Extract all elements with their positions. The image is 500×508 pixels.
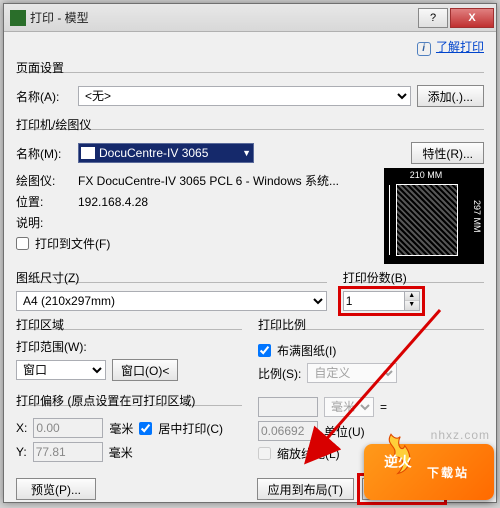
flame-icon: 逆火 xyxy=(368,432,414,478)
site-badge: 逆火 下载站 xyxy=(364,444,494,500)
print-scale-legend: 打印比例 xyxy=(258,316,306,333)
y-input xyxy=(33,442,103,462)
app-icon xyxy=(10,10,26,26)
driver-label: 绘图仪: xyxy=(16,172,72,189)
chevron-down-icon: ▼ xyxy=(242,148,251,158)
fit-label: 布满图纸(I) xyxy=(277,342,336,359)
print-to-file-label: 打印到文件(F) xyxy=(35,235,110,252)
titlebar: 打印 - 模型 ? X xyxy=(4,4,496,32)
apply-layout-button[interactable]: 应用到布局(T) xyxy=(257,478,354,500)
preview-button[interactable]: 预览(P)... xyxy=(16,478,96,500)
print-scale-group: 打印比例 布满图纸(I) 比例(S): 自定义 xyxy=(258,329,484,393)
window-title: 打印 - 模型 xyxy=(30,9,416,26)
print-dialog: 打印 - 模型 ? X i 了解打印 页面设置 名称(A): <无> 添加(.)… xyxy=(3,3,497,503)
x-unit: 毫米 xyxy=(109,420,133,437)
window-pick-button[interactable]: 窗口(O)< xyxy=(112,359,178,381)
printer-name-text: DocuCentre-IV 3065 xyxy=(99,146,208,160)
fit-checkbox[interactable] xyxy=(258,344,271,357)
scale-top-unit: 毫米 xyxy=(324,397,374,417)
range-label: 打印范围(W): xyxy=(16,338,242,355)
desc-label: 说明: xyxy=(16,214,72,231)
x-label: X: xyxy=(16,421,27,435)
driver-value: FX DocuCentre-IV 3065 PCL 6 - Windows 系统… xyxy=(78,172,339,189)
range-select[interactable]: 窗口 xyxy=(16,360,106,380)
location-label: 位置: xyxy=(16,193,72,210)
preview-height: 297 MM xyxy=(470,168,482,264)
page-setup-legend: 页面设置 xyxy=(16,59,64,76)
page-name-select[interactable]: <无> xyxy=(78,86,411,106)
watermark: nhxz.com xyxy=(431,428,490,442)
scale-lw-checkbox xyxy=(258,447,271,460)
properties-button[interactable]: 特性(R)... xyxy=(411,142,484,164)
copies-spinner[interactable]: ▲▼ xyxy=(343,291,420,311)
svg-text:逆火: 逆火 xyxy=(384,454,412,470)
copies-legend: 打印份数(B) xyxy=(343,269,407,286)
info-icon: i xyxy=(417,42,431,56)
x-input xyxy=(33,418,103,438)
y-unit: 毫米 xyxy=(109,444,133,461)
learn-print-link[interactable]: 了解打印 xyxy=(436,40,484,54)
print-to-file-checkbox[interactable] xyxy=(16,237,29,250)
copies-input[interactable] xyxy=(343,291,405,311)
ratio-select: 自定义 xyxy=(307,363,397,383)
printer-select[interactable]: DocuCentre-IV 3065 ▼ xyxy=(78,143,254,163)
paper-preview: 210 MM 297 MM xyxy=(384,168,484,264)
paper-size-group: 图纸尺寸(Z) A4 (210x297mm) xyxy=(16,282,327,317)
scale-lw-label: 缩放线宽(L) xyxy=(277,445,340,462)
scale-bottom-input xyxy=(258,421,318,441)
plotter-group: 打印机/绘图仪 名称(M): DocuCentre-IV 3065 ▼ 特性(R… xyxy=(16,129,484,270)
help-button[interactable]: ? xyxy=(418,8,448,28)
plotter-name-label: 名称(M): xyxy=(16,145,72,162)
scale-bottom-unit: 单位(U) xyxy=(324,423,365,440)
spin-up-icon[interactable]: ▲ xyxy=(405,292,419,301)
y-label: Y: xyxy=(16,445,27,459)
equals-label: = xyxy=(380,400,387,414)
plotter-legend: 打印机/绘图仪 xyxy=(16,116,91,133)
offset-group: 打印偏移 (原点设置在可打印区域) X: 毫米 居中打印(C) Y: 毫米 xyxy=(16,405,242,472)
center-checkbox[interactable] xyxy=(139,422,152,435)
paper-size-select[interactable]: A4 (210x297mm) xyxy=(16,291,327,311)
preview-width: 210 MM xyxy=(384,170,468,180)
print-area-group: 打印区域 打印范围(W): 窗口 窗口(O)< xyxy=(16,329,242,393)
badge-text: 下载站 xyxy=(427,464,469,481)
ratio-label: 比例(S): xyxy=(258,365,301,382)
dialog-body: i 了解打印 页面设置 名称(A): <无> 添加(.)... 打印机/绘图仪 … xyxy=(4,32,496,508)
page-name-label: 名称(A): xyxy=(16,88,72,105)
close-button[interactable]: X xyxy=(450,8,494,28)
center-label: 居中打印(C) xyxy=(158,420,223,437)
printer-icon xyxy=(81,147,95,159)
scale-top-input xyxy=(258,397,318,417)
print-area-legend: 打印区域 xyxy=(16,316,64,333)
location-value: 192.168.4.28 xyxy=(78,195,148,209)
paper-size-legend: 图纸尺寸(Z) xyxy=(16,269,79,286)
add-button[interactable]: 添加(.)... xyxy=(417,85,484,107)
spin-down-icon[interactable]: ▼ xyxy=(405,301,419,310)
offset-note: (原点设置在可打印区域) xyxy=(67,394,195,408)
offset-legend: 打印偏移 xyxy=(16,394,64,408)
copies-group: 打印份数(B) ▲▼ xyxy=(343,282,484,317)
page-setup-group: 页面设置 名称(A): <无> 添加(.)... xyxy=(16,72,484,117)
